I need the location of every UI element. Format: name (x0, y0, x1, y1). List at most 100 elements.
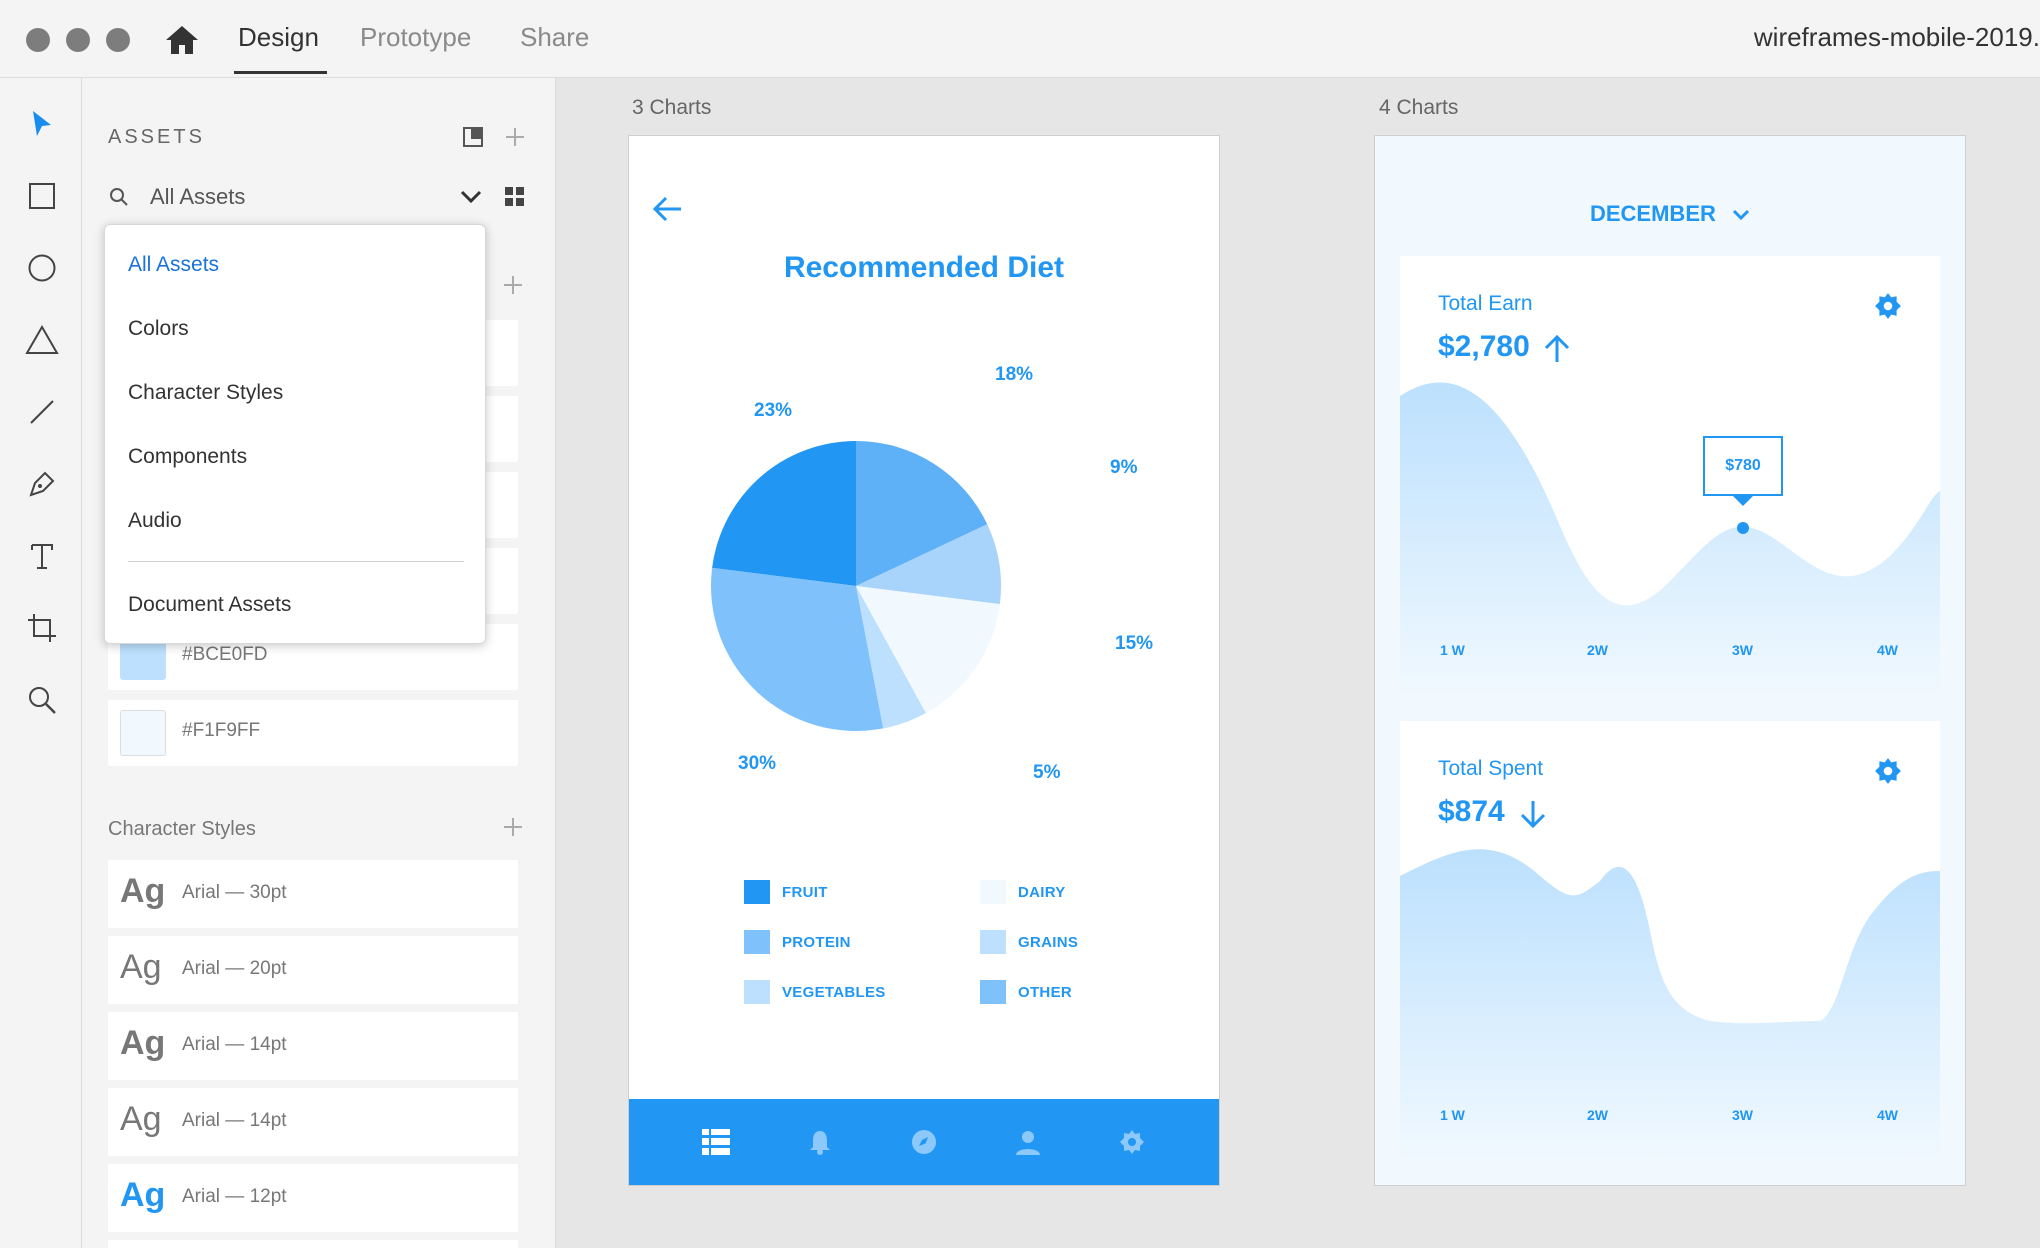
style-label: Arial — 14pt (182, 1034, 287, 1055)
active-tab-indicator (234, 71, 327, 74)
asset-filter-dropdown: All Assets Colors Character Styles Compo… (104, 224, 486, 644)
asset-filter-select[interactable]: All Assets (150, 184, 245, 210)
compass-icon[interactable] (909, 1127, 939, 1157)
library-icon[interactable] (460, 124, 486, 150)
tool-rail (0, 78, 82, 1248)
artboard-icon[interactable] (22, 608, 62, 648)
color-swatch (120, 710, 166, 756)
tab-design[interactable]: Design (238, 22, 319, 53)
artboard-label[interactable]: 3 Charts (632, 96, 711, 120)
pie-label-vegetables: 5% (1033, 762, 1061, 783)
color-asset-card[interactable]: #F1F9FF (108, 700, 518, 766)
zoom-icon[interactable] (22, 680, 62, 720)
spent-area-chart (1400, 849, 1940, 1161)
legend-label: OTHER (1018, 984, 1072, 1001)
search-icon (106, 184, 132, 210)
total-earn-card: Total Earn $2,780 $780 1 W 2W 3W 4W (1400, 256, 1940, 696)
style-sample: Ag (120, 1176, 166, 1214)
month-selector[interactable]: DECEMBER (1375, 201, 1965, 227)
color-hex-label: #F1F9FF (182, 720, 261, 741)
artboard-4-charts[interactable]: DECEMBER Total Earn $2,780 $780 1 W 2W 3… (1374, 135, 1966, 1186)
dropdown-item-components[interactable]: Components (128, 445, 247, 469)
legend-label: VEGETABLES (782, 984, 886, 1001)
add-color-icon[interactable] (500, 272, 526, 298)
dropdown-item-colors[interactable]: Colors (128, 317, 189, 341)
style-label: Arial — 30pt (182, 882, 287, 903)
legend-swatch (980, 880, 1006, 904)
style-sample: Ag (120, 948, 162, 986)
close-window-button[interactable] (26, 28, 50, 52)
triangle-icon[interactable] (22, 320, 62, 360)
zoom-window-button[interactable] (106, 28, 130, 52)
legend-label: FRUIT (782, 884, 828, 901)
week-label: 3W (1732, 1107, 1753, 1123)
week-label: 4W (1877, 1107, 1898, 1123)
legend-swatch (980, 980, 1006, 1004)
add-asset-icon[interactable] (502, 124, 528, 150)
select-arrow-icon[interactable] (22, 104, 62, 144)
title-bar: Design Prototype Share wireframes-mobile… (0, 0, 2040, 78)
character-style-card[interactable]: Ag Arial — 14pt (108, 1088, 518, 1156)
artboard-3-charts[interactable]: Recommended Diet 23% 18% 9% 15% 5% 30% F… (628, 135, 1220, 1186)
style-sample: Ag (120, 872, 166, 910)
style-label: Arial — 12pt (182, 1186, 287, 1207)
week-label: 1 W (1440, 642, 1465, 658)
week-label: 1 W (1440, 1107, 1465, 1123)
bell-icon[interactable] (805, 1127, 835, 1157)
tooltip-pointer (1733, 496, 1753, 506)
grid-view-icon[interactable] (502, 184, 528, 210)
text-icon[interactable] (22, 536, 62, 576)
character-style-card[interactable] (108, 1240, 518, 1248)
minimize-window-button[interactable] (66, 28, 90, 52)
week-label: 3W (1732, 642, 1753, 658)
dropdown-item-character-styles[interactable]: Character Styles (128, 381, 283, 405)
week-label: 4W (1877, 642, 1898, 658)
color-hex-label: #BCE0FD (182, 644, 268, 665)
line-icon[interactable] (22, 392, 62, 432)
pie-label-protein: 30% (738, 753, 777, 774)
tab-share[interactable]: Share (520, 22, 589, 53)
earn-area-chart (1400, 382, 1940, 696)
legend-label: GRAINS (1018, 934, 1079, 951)
artboard-label[interactable]: 4 Charts (1379, 96, 1458, 120)
pie-label-dairy: 15% (1115, 633, 1154, 654)
legend-label: DAIRY (1018, 884, 1066, 901)
style-label: Arial — 20pt (182, 958, 287, 979)
character-style-card[interactable]: Ag Arial — 30pt (108, 860, 518, 928)
bottom-nav-bar (629, 1099, 1219, 1185)
list-icon[interactable] (701, 1127, 731, 1157)
home-icon[interactable] (164, 24, 200, 56)
pie-label-grains: 9% (1110, 457, 1138, 478)
legend-swatch (744, 980, 770, 1004)
add-character-style-icon[interactable] (500, 814, 526, 840)
user-icon[interactable] (1013, 1127, 1043, 1157)
gear-icon[interactable] (1117, 1127, 1147, 1157)
document-title: wireframes-mobile-2019. (1753, 22, 2040, 52)
pie-label-fruit: 23% (754, 400, 793, 421)
character-style-card[interactable]: Ag Arial — 20pt (108, 936, 518, 1004)
value-tooltip: $780 (1703, 436, 1783, 496)
week-label: 2W (1587, 642, 1608, 658)
character-styles-heading: Character Styles (108, 818, 256, 840)
chevron-down-icon[interactable] (458, 184, 484, 210)
ellipse-icon[interactable] (22, 248, 62, 288)
dropdown-item-audio[interactable]: Audio (128, 509, 182, 533)
character-style-card[interactable]: Ag Arial — 14pt (108, 1012, 518, 1080)
pen-icon[interactable] (22, 464, 62, 504)
tab-prototype[interactable]: Prototype (360, 22, 471, 53)
pie-label-other: 18% (995, 364, 1034, 385)
pie-slice-fruit (712, 441, 856, 586)
dropdown-item-document-assets[interactable]: Document Assets (128, 593, 291, 617)
style-sample: Ag (120, 1100, 162, 1138)
total-spent-card: Total Spent $874 1 W 2W 3W 4W (1400, 721, 1940, 1161)
style-sample: Ag (120, 1024, 166, 1062)
dropdown-item-all-assets[interactable]: All Assets (128, 253, 219, 277)
legend-swatch (744, 880, 770, 904)
dropdown-divider (128, 561, 464, 562)
legend-swatch (744, 930, 770, 954)
rectangle-icon[interactable] (22, 176, 62, 216)
month-label: DECEMBER (1589, 201, 1716, 226)
legend-swatch (980, 930, 1006, 954)
character-style-card[interactable]: Ag Arial — 12pt (108, 1164, 518, 1232)
data-point-marker[interactable] (1737, 522, 1749, 534)
